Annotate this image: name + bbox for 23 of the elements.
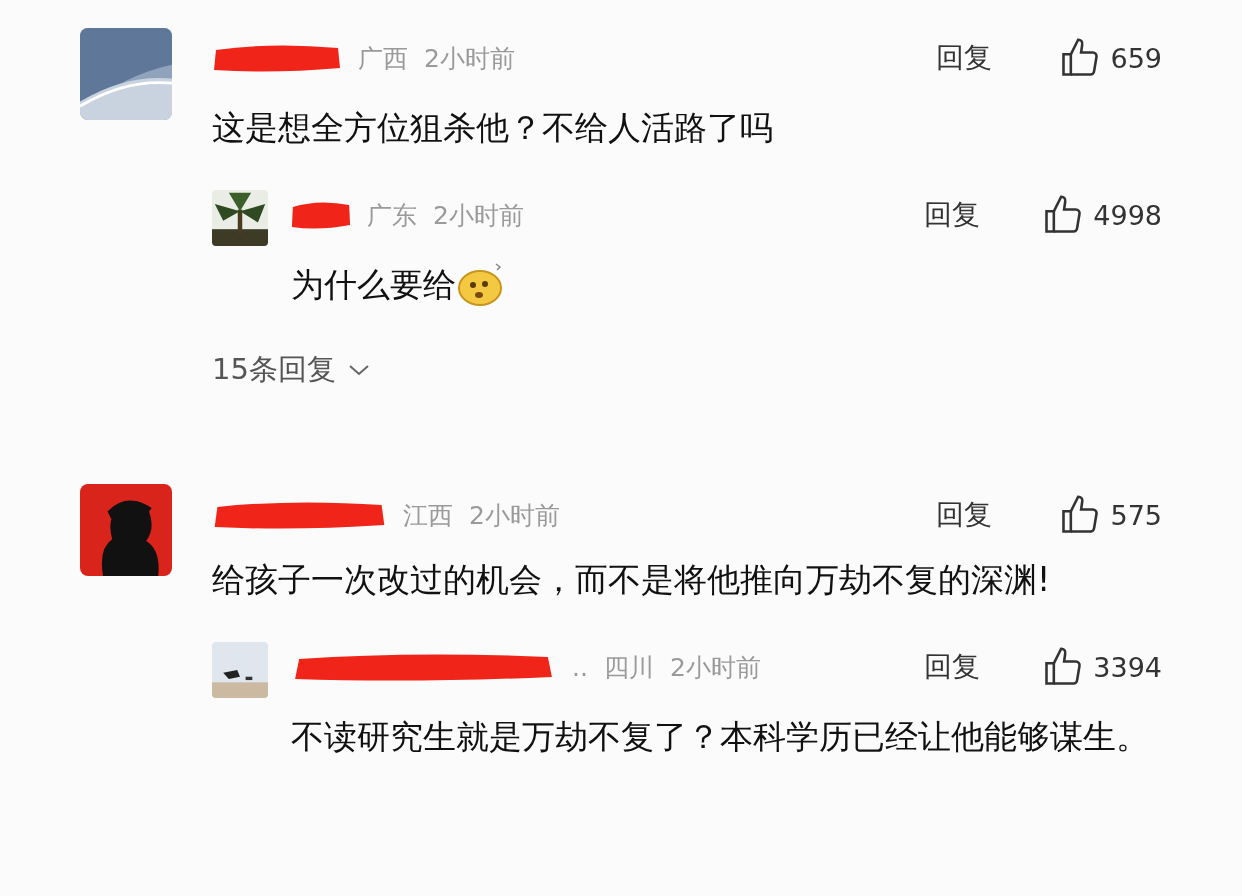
like-count: 659 [1110,42,1162,74]
location-text: 江西 [403,499,453,532]
reply-button[interactable]: 回复 [924,648,981,686]
like-count: 4998 [1093,199,1162,231]
like-count: 575 [1110,499,1162,531]
comment-text: 这是想全方位狙杀他？不给人活路了吗 [212,107,774,149]
more-replies-button[interactable]: 15条回复 [212,350,370,390]
name-ellipsis: .. [572,652,588,682]
like-count: 3394 [1093,651,1162,683]
location-text: 广东 [367,199,417,232]
reply-text: 不读研究生就是万劫不复了？本科学历已经让他能够谋生。 [291,716,1150,758]
location-text: 广西 [358,42,408,75]
chevron-down-icon [347,363,370,377]
reply-button[interactable]: 回复 [924,196,981,234]
comment-text: 给孩子一次改过的机会，而不是将他推向万劫不复的深渊! [212,559,1052,601]
timestamp: 2小时前 [669,651,761,684]
timestamp: 2小时前 [469,499,560,532]
reply-text: 为什么要给 [291,263,456,306]
timestamp: 2小时前 [433,199,524,232]
reply-button[interactable]: 回复 [936,496,993,534]
reply-button[interactable]: 回复 [936,39,993,77]
timestamp: 2小时前 [424,42,515,75]
location-text: 四川 [603,651,654,684]
